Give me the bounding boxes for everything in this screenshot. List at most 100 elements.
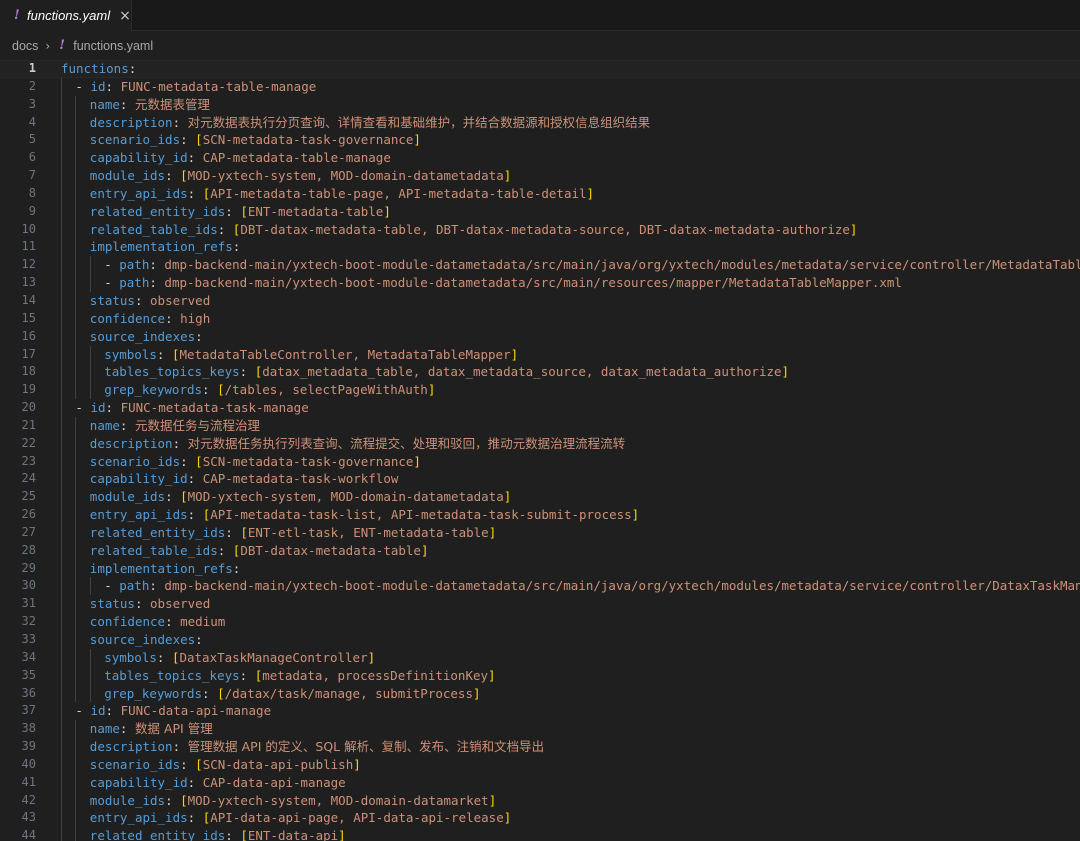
code-line[interactable]: 13 - path: dmp-backend-main/yxtech-boot-m…: [0, 274, 1080, 292]
code-line[interactable]: 7 module_ids: [MOD-yxtech-system, MOD-dom…: [0, 167, 1080, 185]
line-number: 39: [21, 739, 36, 754]
code-line[interactable]: 33 source_indexes:: [0, 631, 1080, 649]
yaml-colon: :: [225, 524, 241, 540]
code-text: - id: FUNC-metadata-task-manage: [75, 399, 308, 417]
yaml-list-value: MOD-yxtech-system, MOD-domain-datametada…: [187, 489, 504, 505]
yaml-colon: :: [172, 739, 188, 755]
code-text: related_entity_ids: [ENT-metadata-table]: [90, 203, 391, 221]
code-line[interactable]: 5 scenario_ids: [SCN-metadata-task-govern…: [0, 131, 1080, 150]
code-line[interactable]: 16 source_indexes:: [0, 327, 1080, 346]
code-text: capability_id: CAP-data-api-manage: [90, 774, 346, 792]
code-text: entry_api_ids: [API-data-api-page, API-d…: [90, 809, 511, 827]
code-line[interactable]: 43 entry_api_ids: [API-data-api-page, API…: [0, 809, 1080, 828]
yaml-list-value: ENT-etl-task, ENT-metadata-table: [247, 524, 489, 540]
code-line[interactable]: 17 symbols: [MetadataTableController, Met…: [0, 345, 1080, 364]
line-number: 6: [28, 150, 36, 165]
yaml-key: entry_api_ids: [89, 507, 188, 523]
code-editor[interactable]: 1 functions: 2 - id: FUNC-metadata-table-m…: [0, 60, 1080, 841]
code-line[interactable]: 10 related_table_ids: [DBT-datax-metadata…: [0, 220, 1080, 239]
indent-guide: [61, 220, 62, 239]
close-bracket: ]: [353, 756, 361, 772]
code-line[interactable]: 6 capability_id: CAP-metadata-table-manag…: [0, 149, 1080, 168]
yaml-list-value: MetadataTableController, MetadataTableMa…: [179, 346, 511, 362]
code-line[interactable]: 1 functions:: [0, 60, 1080, 78]
code-line[interactable]: 27 related_entity_ids: [ENT-etl-task, ENT…: [0, 523, 1080, 542]
code-line[interactable]: 28 related_table_ids: [DBT-datax-metadata…: [0, 541, 1080, 560]
code-line[interactable]: 39 description: 管理数据 API 的定义、SQL 解析、复制、发布…: [0, 738, 1080, 756]
code-line[interactable]: 42 module_ids: [MOD-yxtech-system, MOD-do…: [0, 791, 1080, 810]
code-line[interactable]: 31 status: observed: [0, 595, 1080, 614]
code-line[interactable]: 15 confidence: high: [0, 309, 1080, 328]
code-line[interactable]: 44 related_entity_ids: [ENT-data-api]: [0, 827, 1080, 841]
code-line[interactable]: 24 capability_id: CAP-metadata-task-workf…: [0, 470, 1080, 489]
yaml-colon: :: [156, 346, 172, 362]
code-text: name: 元数据任务与流程治理: [90, 417, 260, 435]
code-line[interactable]: 20 - id: FUNC-metadata-task-manage: [0, 399, 1080, 417]
indent-guide: [75, 648, 77, 667]
close-icon[interactable]: ×: [119, 8, 131, 24]
yaml-colon: :: [180, 453, 196, 469]
line-number: 25: [21, 489, 36, 504]
close-bracket: ]: [472, 685, 481, 701]
yaml-value: 元数据任务与流程治理: [134, 417, 260, 433]
indent-guide: [75, 113, 77, 132]
yaml-key: related_table_ids: [89, 221, 218, 237]
yaml-key: capability_id: [89, 774, 188, 790]
code-text: implementation_refs:: [90, 238, 248, 256]
line-number: 3: [28, 96, 36, 111]
code-line[interactable]: 36 grep_keywords: [/datax/task/manage, su…: [0, 684, 1080, 703]
close-bracket: ]: [427, 382, 436, 398]
yaml-key: scenario_ids: [89, 453, 181, 469]
code-line[interactable]: 23 scenario_ids: [SCN-metadata-task-gover…: [0, 452, 1080, 471]
code-line[interactable]: 29 implementation_refs:: [0, 559, 1080, 578]
code-line[interactable]: 32 confidence: medium: [0, 613, 1080, 631]
code-line[interactable]: 19 grep_keywords: [/tables, selectPageWit…: [0, 381, 1080, 400]
code-line[interactable]: 34 symbols: [DataxTaskManageController]: [0, 648, 1080, 667]
breadcrumb-folder[interactable]: docs: [12, 39, 38, 53]
code-line[interactable]: 12 - path: dmp-backend-main/yxtech-boot-m…: [0, 256, 1080, 275]
yaml-value: 对元数据任务执行列表查询、流程提交、处理和驳回，推动元数据治理流程流转: [187, 435, 626, 451]
code-line[interactable]: 2 - id: FUNC-metadata-table-manage: [0, 77, 1080, 96]
yaml-colon: :: [172, 435, 188, 451]
code-line[interactable]: 41 capability_id: CAP-data-api-manage: [0, 773, 1080, 792]
indent-guide: [75, 220, 77, 239]
indent-guide: [61, 702, 62, 721]
code-text: confidence: medium: [90, 613, 225, 631]
code-line[interactable]: 4 description: 对元数据表执行分页查询、详情查看和基础维护，并结合数…: [0, 113, 1080, 132]
close-bracket: ]: [503, 168, 512, 184]
code-line[interactable]: 18 tables_topics_keys: [datax_metadata_ta…: [0, 363, 1080, 382]
indent-guide: [75, 506, 77, 524]
code-line[interactable]: 37 - id: FUNC-data-api-manage: [0, 702, 1080, 721]
code-line[interactable]: 38 name: 数据 API 管理: [0, 720, 1080, 739]
indent-guide: [75, 827, 77, 841]
code-line[interactable]: 21 name: 元数据任务与流程治理: [0, 416, 1080, 435]
indent-guide: [61, 202, 62, 221]
indent-guide: [61, 416, 62, 435]
yaml-colon: :: [165, 489, 181, 505]
indent-guide: [75, 291, 77, 310]
code-line[interactable]: 3 name: 元数据表管理: [0, 95, 1080, 114]
breadcrumb-file[interactable]: functions.yaml: [73, 39, 153, 53]
code-line[interactable]: 14 status: observed: [0, 291, 1080, 310]
close-bracket: ]: [849, 221, 858, 237]
close-bracket: ]: [586, 185, 595, 201]
code-line[interactable]: 22 description: 对元数据任务执行列表查询、流程提交、处理和驳回，推…: [0, 434, 1080, 453]
code-line[interactable]: 25 module_ids: [MOD-yxtech-system, MOD-do…: [0, 488, 1080, 507]
yaml-key: id: [90, 400, 106, 416]
yaml-key: related_table_ids: [89, 542, 218, 558]
code-line[interactable]: 26 entry_api_ids: [API-metadata-task-list…: [0, 506, 1080, 524]
code-line[interactable]: 35 tables_topics_keys: [metadata, process…: [0, 666, 1080, 685]
code-line[interactable]: 9 related_entity_ids: [ENT-metadata-table…: [0, 202, 1080, 221]
indent-guide: [61, 345, 62, 364]
tab-label[interactable]: functions.yaml: [27, 8, 110, 23]
indent-guide: [75, 238, 77, 257]
code-line[interactable]: 30 - path: dmp-backend-main/yxtech-boot-m…: [0, 577, 1080, 596]
code-line[interactable]: 11 implementation_refs:: [0, 238, 1080, 257]
code-line[interactable]: 40 scenario_ids: [SCN-data-api-publish]: [0, 755, 1080, 774]
code-line[interactable]: 8 entry_api_ids: [API-metadata-table-page…: [0, 184, 1080, 203]
line-number: 4: [28, 114, 36, 129]
yaml-colon: :: [119, 721, 135, 737]
line-number: 19: [21, 382, 36, 397]
indent-guide: [75, 274, 77, 292]
tab-functions-yaml[interactable]: ! functions.yaml ×: [0, 0, 132, 31]
